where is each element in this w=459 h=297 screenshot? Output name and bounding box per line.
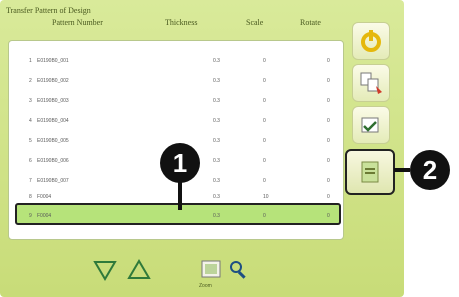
pattern-number: E0190B0_005: [37, 138, 69, 144]
edit-icon: [361, 117, 379, 133]
thickness-value: 0.3: [213, 178, 220, 184]
scale-value: 0: [263, 138, 266, 144]
callout-2: 2: [410, 150, 450, 190]
rotate-value: 0: [327, 98, 330, 104]
thickness-value: 0.3: [213, 138, 220, 144]
info-button[interactable]: [345, 149, 395, 195]
rotate-value: 0: [327, 118, 330, 124]
table-row[interactable]: 3 E0190B0_003 0.3 0 0: [17, 95, 337, 107]
preview-icon: [201, 260, 221, 278]
thickness-value: 0.3: [213, 78, 220, 84]
row-index: 2: [29, 78, 32, 84]
scale-value: 0: [263, 213, 266, 219]
pattern-number: F0004: [37, 194, 52, 200]
scale-value: 0: [263, 118, 266, 124]
scroll-up-button[interactable]: [126, 257, 152, 283]
pattern-list: 1 E0190B0_001 0.3 0 0 2 E0190B0_002 0.3 …: [8, 40, 344, 240]
power-button[interactable]: [352, 22, 390, 60]
rotate-value: 0: [327, 178, 330, 184]
pattern-number: E0190B0_002: [37, 78, 69, 84]
scale-value: 10: [263, 194, 269, 200]
pattern-number: E0190B0_004: [37, 118, 69, 124]
preview-label: Zoom: [199, 283, 212, 289]
scale-value: 0: [263, 178, 266, 184]
rotate-value: 0: [327, 58, 330, 64]
row-index: 5: [29, 138, 32, 144]
device-screen: Transfer Pattern of Design Pattern Numbe…: [0, 0, 404, 297]
power-icon: [361, 30, 381, 52]
callout-1: 1: [160, 143, 200, 183]
callout-1-label: 1: [172, 147, 188, 178]
row-index: 9: [29, 213, 32, 219]
pattern-number: E0190B0_003: [37, 98, 69, 104]
row-index: 3: [29, 98, 32, 104]
table-row[interactable]: 8 F0004 0.3 10 0: [17, 191, 337, 203]
row-index: 6: [29, 158, 32, 164]
up-arrow-icon: [127, 259, 151, 279]
thickness-value: 0.3: [213, 194, 220, 200]
thickness-value: 0.3: [213, 213, 220, 219]
scroll-down-button[interactable]: [92, 257, 118, 283]
search-button[interactable]: [226, 257, 252, 283]
callout-1-leader: [178, 180, 182, 210]
thickness-value: 0.3: [213, 58, 220, 64]
row-index: 7: [29, 178, 32, 184]
rotate-value: 0: [327, 78, 330, 84]
rotate-value: 0: [327, 138, 330, 144]
edit-button[interactable]: [352, 106, 390, 144]
header-pattern-number: Pattern Number: [52, 18, 103, 27]
scale-value: 0: [263, 58, 266, 64]
header-thickness: Thickness: [165, 18, 198, 27]
callout-2-leader: [394, 168, 410, 172]
scale-value: 0: [263, 158, 266, 164]
thickness-value: 0.3: [213, 98, 220, 104]
scale-value: 0: [263, 78, 266, 84]
down-arrow-icon: [93, 261, 117, 281]
scale-value: 0: [263, 98, 266, 104]
thickness-value: 0.3: [213, 158, 220, 164]
pattern-number: E0190B0_006: [37, 158, 69, 164]
table-row[interactable]: 4 E0190B0_004 0.3 0 0: [17, 115, 337, 127]
header-rotate: Rotate: [300, 18, 321, 27]
rotate-value: 0: [327, 213, 330, 219]
search-icon: [230, 261, 246, 279]
sort-button[interactable]: [352, 64, 390, 102]
pattern-number: E0190B0_007: [37, 178, 69, 184]
row-index: 1: [29, 58, 32, 64]
callout-2-label: 2: [422, 154, 438, 185]
sort-icon: [360, 72, 382, 94]
row-index: 8: [29, 194, 32, 200]
screen-title: Transfer Pattern of Design: [6, 6, 91, 15]
table-row[interactable]: 2 E0190B0_002 0.3 0 0: [17, 75, 337, 87]
info-icon: [361, 161, 379, 183]
preview-button[interactable]: Zoom: [198, 257, 224, 289]
rotate-value: 0: [327, 158, 330, 164]
pattern-number: E0190B0_001: [37, 58, 69, 64]
thickness-value: 0.3: [213, 118, 220, 124]
table-row[interactable]: 1 E0190B0_001 0.3 0 0: [17, 55, 337, 67]
pattern-number: F0004: [37, 213, 52, 219]
rotate-value: 0: [327, 194, 330, 200]
row-index: 4: [29, 118, 32, 124]
header-scale: Scale: [246, 18, 264, 27]
